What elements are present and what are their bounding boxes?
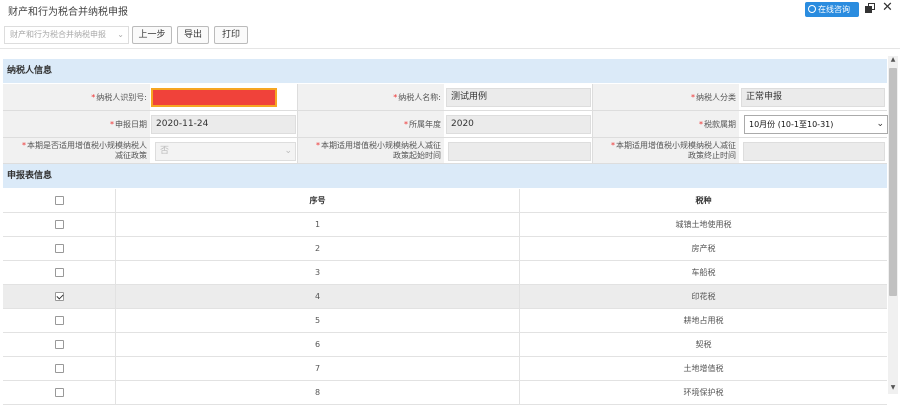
toolbar-divider <box>0 48 900 49</box>
select-all-cell <box>3 189 115 212</box>
info-row: * 纳税人识别号: * 纳税人名称: 测试用例 * 纳税人分类 正常申报 <box>3 84 887 111</box>
chevron-down-icon: ⌄ <box>284 146 292 156</box>
declaration-table: 序号 税种 1 城镇土地使用税 2 房产税 3 车船税 4 印花税 5 耕地占用税 6 契税 7 土地增值… <box>3 189 887 405</box>
table-row[interactable]: 4 印花税 <box>3 285 887 309</box>
tax-type-cell: 契税 <box>695 340 712 349</box>
seq-cell: 4 <box>314 292 321 301</box>
seq-cell: 7 <box>314 364 321 373</box>
tax-type-cell: 印花税 <box>691 292 716 301</box>
chevron-down-icon: ⌄ <box>117 30 124 39</box>
tax-type-cell: 房产税 <box>691 244 716 253</box>
info-row: *本期是否适用增值税小规模纳税人 减征政策 否 ⌄ *本期适用增值税小规模纳税人减征… <box>3 138 887 164</box>
taxpayer-type-label: * 纳税人分类 <box>593 84 739 110</box>
online-consult-button[interactable]: 在线咨询 <box>805 2 859 17</box>
toolbar: 财产和行为税合并纳税申报 ⌄ 上一步 导出 打印 <box>0 24 900 46</box>
row-checkbox-cell <box>3 285 115 308</box>
seq-cell: 3 <box>314 268 321 277</box>
restore-window-icon[interactable] <box>865 3 875 13</box>
taxpayer-id-field[interactable] <box>151 88 277 107</box>
reduction-policy-select[interactable]: 否 ⌄ <box>155 142 296 161</box>
table-header-row: 序号 税种 <box>3 189 887 213</box>
seq-cell: 5 <box>314 316 321 325</box>
scroll-thumb[interactable] <box>889 68 897 296</box>
row-checkbox[interactable] <box>54 244 64 253</box>
window-titlebar: 财产和行为税合并纳税申报 在线咨询 ✕ <box>0 0 900 20</box>
table-row[interactable]: 7 土地增值税 <box>3 357 887 381</box>
reduction-policy-label: *本期是否适用增值税小规模纳税人 减征政策 <box>3 138 150 163</box>
period-select[interactable]: 10月份 (10-1至10-31) ⌄ <box>744 115 888 134</box>
tax-type-cell: 城镇土地使用税 <box>675 220 732 229</box>
table-row[interactable]: 3 车船税 <box>3 261 887 285</box>
close-icon[interactable]: ✕ <box>882 0 893 15</box>
seq-cell: 2 <box>314 244 321 253</box>
row-checkbox[interactable] <box>54 388 64 397</box>
table-row[interactable]: 2 房产税 <box>3 237 887 261</box>
prev-step-button[interactable]: 上一步 <box>132 26 172 44</box>
table-row[interactable]: 6 契税 <box>3 333 887 357</box>
table-row[interactable]: 1 城镇土地使用税 <box>3 213 887 237</box>
reduction-end-label: *本期适用增值税小规模纳税人减征 政策终止时间 <box>593 138 739 163</box>
row-checkbox-cell <box>3 381 115 404</box>
taxpayer-type-field[interactable]: 正常申报 <box>741 88 885 107</box>
scroll-up-arrow-icon[interactable]: ▲ <box>888 56 898 66</box>
declaration-section-header: 申报表信息 <box>3 164 887 188</box>
tax-type-cell: 车船税 <box>691 268 716 277</box>
year-label: * 所属年度 <box>298 111 444 137</box>
taxpayer-name-field[interactable]: 测试用例 <box>446 88 591 107</box>
report-date-field[interactable]: 2020-11-24 <box>151 115 296 134</box>
taxpayer-section-header: 纳税人信息 <box>3 59 887 83</box>
window-title: 财产和行为税合并纳税申报 <box>8 7 128 18</box>
info-row: * 申报日期 2020-11-24 * 所属年度 2020 * 税款属期 10月份 (… <box>3 111 888 138</box>
form-type-select[interactable]: 财产和行为税合并纳税申报 ⌄ <box>4 26 129 44</box>
row-checkbox-cell <box>3 261 115 284</box>
row-checkbox[interactable] <box>54 268 64 277</box>
period-select-value: 10月份 (10-1至10-31) <box>749 120 834 129</box>
tax-type-column-header: 税种 <box>695 196 712 205</box>
row-checkbox-cell <box>3 213 115 236</box>
taxpayer-name-label: * 纳税人名称: <box>298 84 444 110</box>
reduction-start-label: *本期适用增值税小规模纳税人减征 政策起始时间 <box>298 138 444 163</box>
vertical-scrollbar[interactable]: ▲ ▼ <box>888 56 898 394</box>
report-date-label: * 申报日期 <box>3 111 150 137</box>
table-row[interactable]: 5 耕地占用税 <box>3 309 887 333</box>
row-checkbox[interactable] <box>54 220 64 229</box>
taxpayer-info-grid: * 纳税人识别号: * 纳税人名称: 测试用例 * 纳税人分类 正常申报 * 申报日期 … <box>3 84 888 164</box>
table-row[interactable]: 8 环境保护税 <box>3 381 887 405</box>
export-button[interactable]: 导出 <box>177 26 209 44</box>
row-checkbox-cell <box>3 357 115 380</box>
tax-type-cell: 耕地占用税 <box>683 316 724 325</box>
year-field[interactable]: 2020 <box>446 115 591 134</box>
table-body: 1 城镇土地使用税 2 房产税 3 车船税 4 印花税 5 耕地占用税 6 契税 7 土地增值税 8 环境保护… <box>3 213 887 405</box>
online-consult-label: 在线咨询 <box>818 5 850 14</box>
row-checkbox-cell <box>3 333 115 356</box>
print-button[interactable]: 打印 <box>214 26 248 44</box>
row-checkbox[interactable] <box>54 292 64 301</box>
tax-type-cell: 土地增值税 <box>683 364 724 373</box>
select-all-checkbox[interactable] <box>54 196 64 205</box>
reduction-policy-value: 否 <box>160 146 170 156</box>
form-type-select-value: 财产和行为税合并纳税申报 <box>10 30 106 39</box>
reduction-start-field[interactable] <box>448 142 591 161</box>
row-checkbox[interactable] <box>54 364 64 373</box>
seq-column-header: 序号 <box>309 196 326 205</box>
seq-cell: 8 <box>314 388 321 397</box>
headset-icon <box>808 5 816 13</box>
row-checkbox-cell <box>3 309 115 332</box>
reduction-end-field[interactable] <box>743 142 885 161</box>
taxpayer-id-label: * 纳税人识别号: <box>3 84 150 110</box>
row-checkbox-cell <box>3 237 115 260</box>
row-checkbox[interactable] <box>54 316 64 325</box>
row-checkbox[interactable] <box>54 340 64 349</box>
period-label: * 税款属期 <box>593 111 739 137</box>
seq-cell: 1 <box>314 220 321 229</box>
scroll-down-arrow-icon[interactable]: ▼ <box>888 384 898 394</box>
seq-cell: 6 <box>314 340 321 349</box>
tax-type-cell: 环境保护税 <box>683 388 724 397</box>
chevron-down-icon: ⌄ <box>876 119 884 129</box>
